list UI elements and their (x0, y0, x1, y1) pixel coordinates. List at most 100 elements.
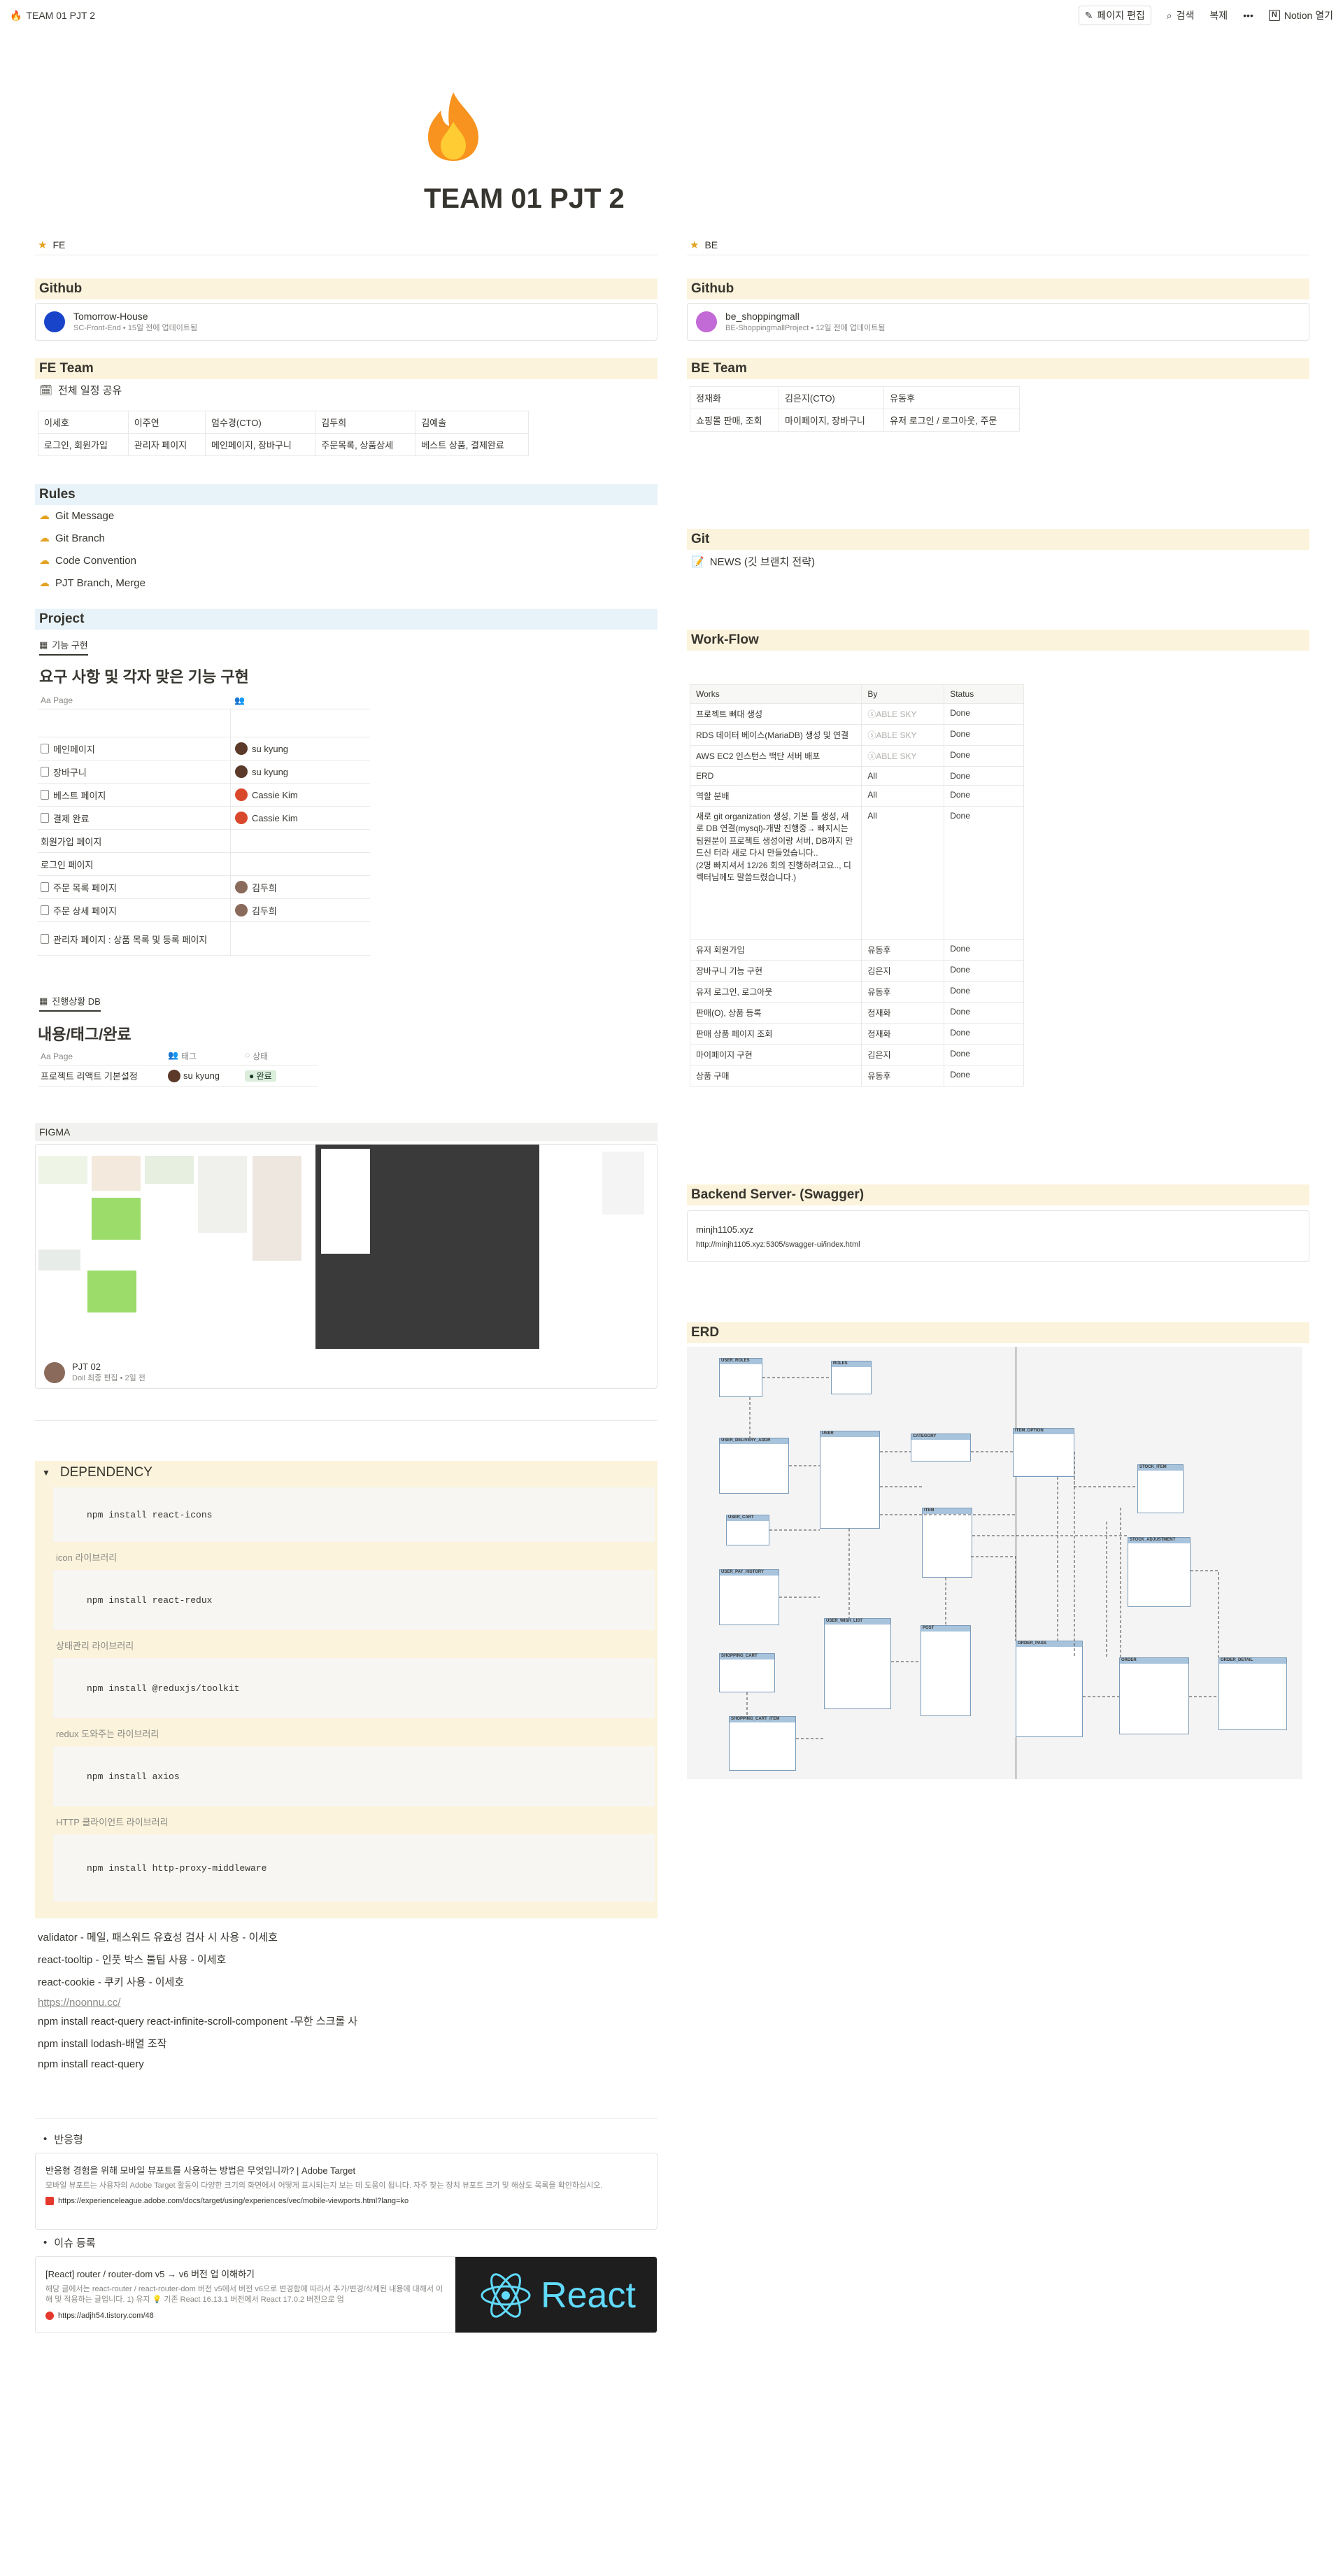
table-cell: 유저 로그인 / 로그아웃, 주문 (883, 409, 1020, 432)
figma-frame (253, 1156, 301, 1261)
open-in-notion-label: Notion 열기 (1284, 10, 1333, 21)
git-strategy-link[interactable]: 📝 NEWS (깃 브랜치 전략) (691, 554, 815, 569)
page-title: TEAM 01 PJT 2 (424, 183, 625, 214)
note-link[interactable]: https://noonnu.cc/ (38, 1997, 120, 2009)
rules-heading: Rules (35, 484, 658, 505)
code-block: npm install @reduxjs/toolkit (53, 1658, 655, 1718)
edit-page-button[interactable]: ✎ 페이지 편집 (1078, 6, 1151, 25)
table-cell: 정재화 (861, 1023, 945, 1045)
table-cell: 김은지 (861, 1044, 945, 1066)
tistory-icon (45, 2311, 54, 2320)
row-page-name: 로그인 페이지 (41, 859, 94, 870)
react-logo-icon (481, 2273, 531, 2318)
table-row[interactable]: 메인페이지 su kyung (38, 737, 370, 760)
avatar (235, 742, 248, 755)
table-cell: AWS EC2 인스턴스 백단 서버 배포 (689, 745, 862, 767)
bullet-dot: • (43, 2133, 48, 2145)
db-col-tag: 👥 태그 (164, 1050, 241, 1062)
avatar (235, 765, 248, 778)
fe-github-bookmark[interactable]: Tomorrow-House SC-Front-End • 15일 전에 업데이… (35, 303, 658, 341)
table-cell: 장바구니 기능 구현 (689, 960, 862, 982)
be-team-heading: BE Team (687, 358, 1309, 379)
table-cell: 메인페이지, 장바구니 (204, 433, 316, 456)
table-cell: Done (944, 785, 1024, 807)
cloud-icon: ☁ (39, 555, 50, 567)
schedule-link[interactable]: 🗓 전체 일정 공유 (39, 383, 122, 397)
table-cell: RDS 데이터 베이스(MariaDB) 생성 및 연결 (689, 724, 862, 746)
be-github-repo-title: be_shoppingmall (725, 311, 800, 322)
be-github-heading: Github (687, 278, 1309, 299)
table-row[interactable]: 베스트 페이지 Cassie Kim (38, 784, 370, 807)
page-icon (41, 933, 49, 944)
search-button[interactable]: ⌕ 검색 (1167, 8, 1195, 22)
db-tab-progress[interactable]: ▦ 진행상황 DB (39, 994, 101, 1012)
figma-embed[interactable]: PJT 02 Doil 최종 편집 • 2일 전 (35, 1144, 658, 1389)
link-card-adobe[interactable]: 반응형 경험을 위해 모바일 뷰포트를 사용하는 방법은 무엇입니까? | Ad… (35, 2153, 658, 2230)
note-line: npm install react-query react-infinite-s… (38, 2016, 358, 2027)
duplicate-button[interactable]: 복제 (1209, 8, 1228, 22)
table-row[interactable]: 회원가입 페이지 (38, 830, 370, 853)
github-avatar-icon (696, 311, 717, 332)
db-tab-label: 진행상황 DB (52, 996, 101, 1007)
rule-link[interactable]: ☁ PJT Branch, Merge (39, 576, 145, 590)
swagger-heading: Backend Server- (Swagger) (687, 1184, 1309, 1205)
page-icon (41, 767, 49, 777)
table-row[interactable]: 로그인 페이지 (38, 853, 370, 876)
avatar (168, 1069, 180, 1082)
rule-link[interactable]: ☁ Git Message (39, 509, 114, 523)
link-card-title: 반응형 경험을 위해 모바일 뷰포트를 사용하는 방법은 무엇입니까? | Ad… (45, 2165, 356, 2176)
git-strategy-label: NEWS (깃 브랜치 전략) (709, 556, 815, 568)
link-card-desc: 해당 글에서는 react-router / react-router-dom … (45, 2285, 443, 2305)
table-header-cell: Status (944, 684, 1024, 704)
table-cell: 정재화 (861, 1002, 945, 1024)
swagger-bookmark[interactable]: minjh1105.xyz http://minjh1105.xyz:5305/… (687, 1210, 1309, 1262)
figma-canvas (36, 1145, 657, 1354)
db-title: 내용/태그/완료 (38, 1026, 132, 1043)
page-icon: 📝 (691, 555, 704, 568)
table-cell: 이주연 (127, 411, 206, 434)
fe-team-heading: FE Team (35, 358, 658, 379)
status-icon: ◌ (245, 1050, 250, 1060)
toggle-caret-icon: ▼ (42, 1468, 50, 1478)
row-person: su kyung (252, 743, 289, 754)
be-github-repo-sub: BE-ShoppingmallProject • 12일 전에 업데이트됨 (725, 324, 886, 332)
table-row[interactable]: 주문 목록 페이지 김두희 (38, 876, 370, 899)
row-page-name: 베스트 페이지 (53, 790, 106, 801)
table-cell: 유동후 (883, 386, 1020, 409)
bullet-item: • 반응형 (43, 2132, 83, 2146)
rule-link[interactable]: ☁ Git Branch (39, 532, 105, 545)
db-col-page: Aa Page (41, 695, 73, 705)
table-row[interactable]: 결제 완료 Cassie Kim (38, 807, 370, 830)
link-card-react[interactable]: [React] router / router-dom v5 → v6 버전 업… (35, 2256, 658, 2333)
rule-link[interactable]: ☁ Code Convention (39, 554, 136, 567)
code-block: npm install axios (53, 1746, 655, 1806)
open-in-notion-button[interactable]: N Notion 열기 (1268, 8, 1333, 22)
notion-logo-icon: N (1268, 10, 1280, 21)
table-cell: 주문목록, 상품상세 (315, 433, 416, 456)
be-github-bookmark[interactable]: be_shoppingmall BE-ShoppingmallProject •… (687, 303, 1309, 341)
page-icon (41, 744, 49, 753)
table-cell: 이세호 (38, 411, 129, 434)
row-page-name: 프로젝트 리액트 기본설정 (41, 1071, 138, 1082)
table-row[interactable]: 주문 상세 페이지 김두희 (38, 899, 370, 922)
db-header-row: Aa Page 👥 태그 ◌ 상태 (38, 1047, 318, 1066)
status-badge: ● 완료 (245, 1070, 276, 1082)
fe-column-header: ★ FE (35, 234, 658, 255)
table-row[interactable]: 프로젝트 리액트 기본설정 su kyung ● 완료 (38, 1066, 318, 1087)
breadcrumb[interactable]: 🔥 TEAM 01 PJT 2 (10, 10, 95, 22)
figma-heading: FIGMA (35, 1123, 658, 1141)
link-card-desc: 모바일 뷰포트는 사용자의 Adobe Target 활동이 다양한 크기의 화… (45, 2181, 603, 2190)
dependency-toggle[interactable]: ▼ DEPENDENCY (38, 1462, 653, 1483)
table-row[interactable]: 장바구니 su kyung (38, 760, 370, 784)
table-cell: Done (944, 1002, 1024, 1024)
table-row[interactable]: 관리자 페이지 : 상품 목록 및 등록 페이지 (38, 922, 370, 956)
topbar: 🔥 TEAM 01 PJT 2 ✎ 페이지 편집 ⌕ 검색 복제 ••• N N… (0, 0, 1343, 31)
status-badge-label: 완료 (256, 1071, 272, 1081)
db-tab-features[interactable]: ▦ 기능 구현 (39, 638, 88, 656)
db-title: 요구 사항 및 각자 맞은 기능 구현 (39, 668, 249, 686)
fe-github-repo-sub: SC-Front-End • 15일 전에 업데이트됨 (73, 324, 198, 332)
table-cell: 쇼핑몰 판매, 조회 (689, 409, 780, 432)
table-row: 유저 로그인, 로그아웃 유동후 Done (689, 981, 1024, 1003)
more-button[interactable]: ••• (1243, 10, 1253, 21)
table-cell: Done (944, 1044, 1024, 1066)
